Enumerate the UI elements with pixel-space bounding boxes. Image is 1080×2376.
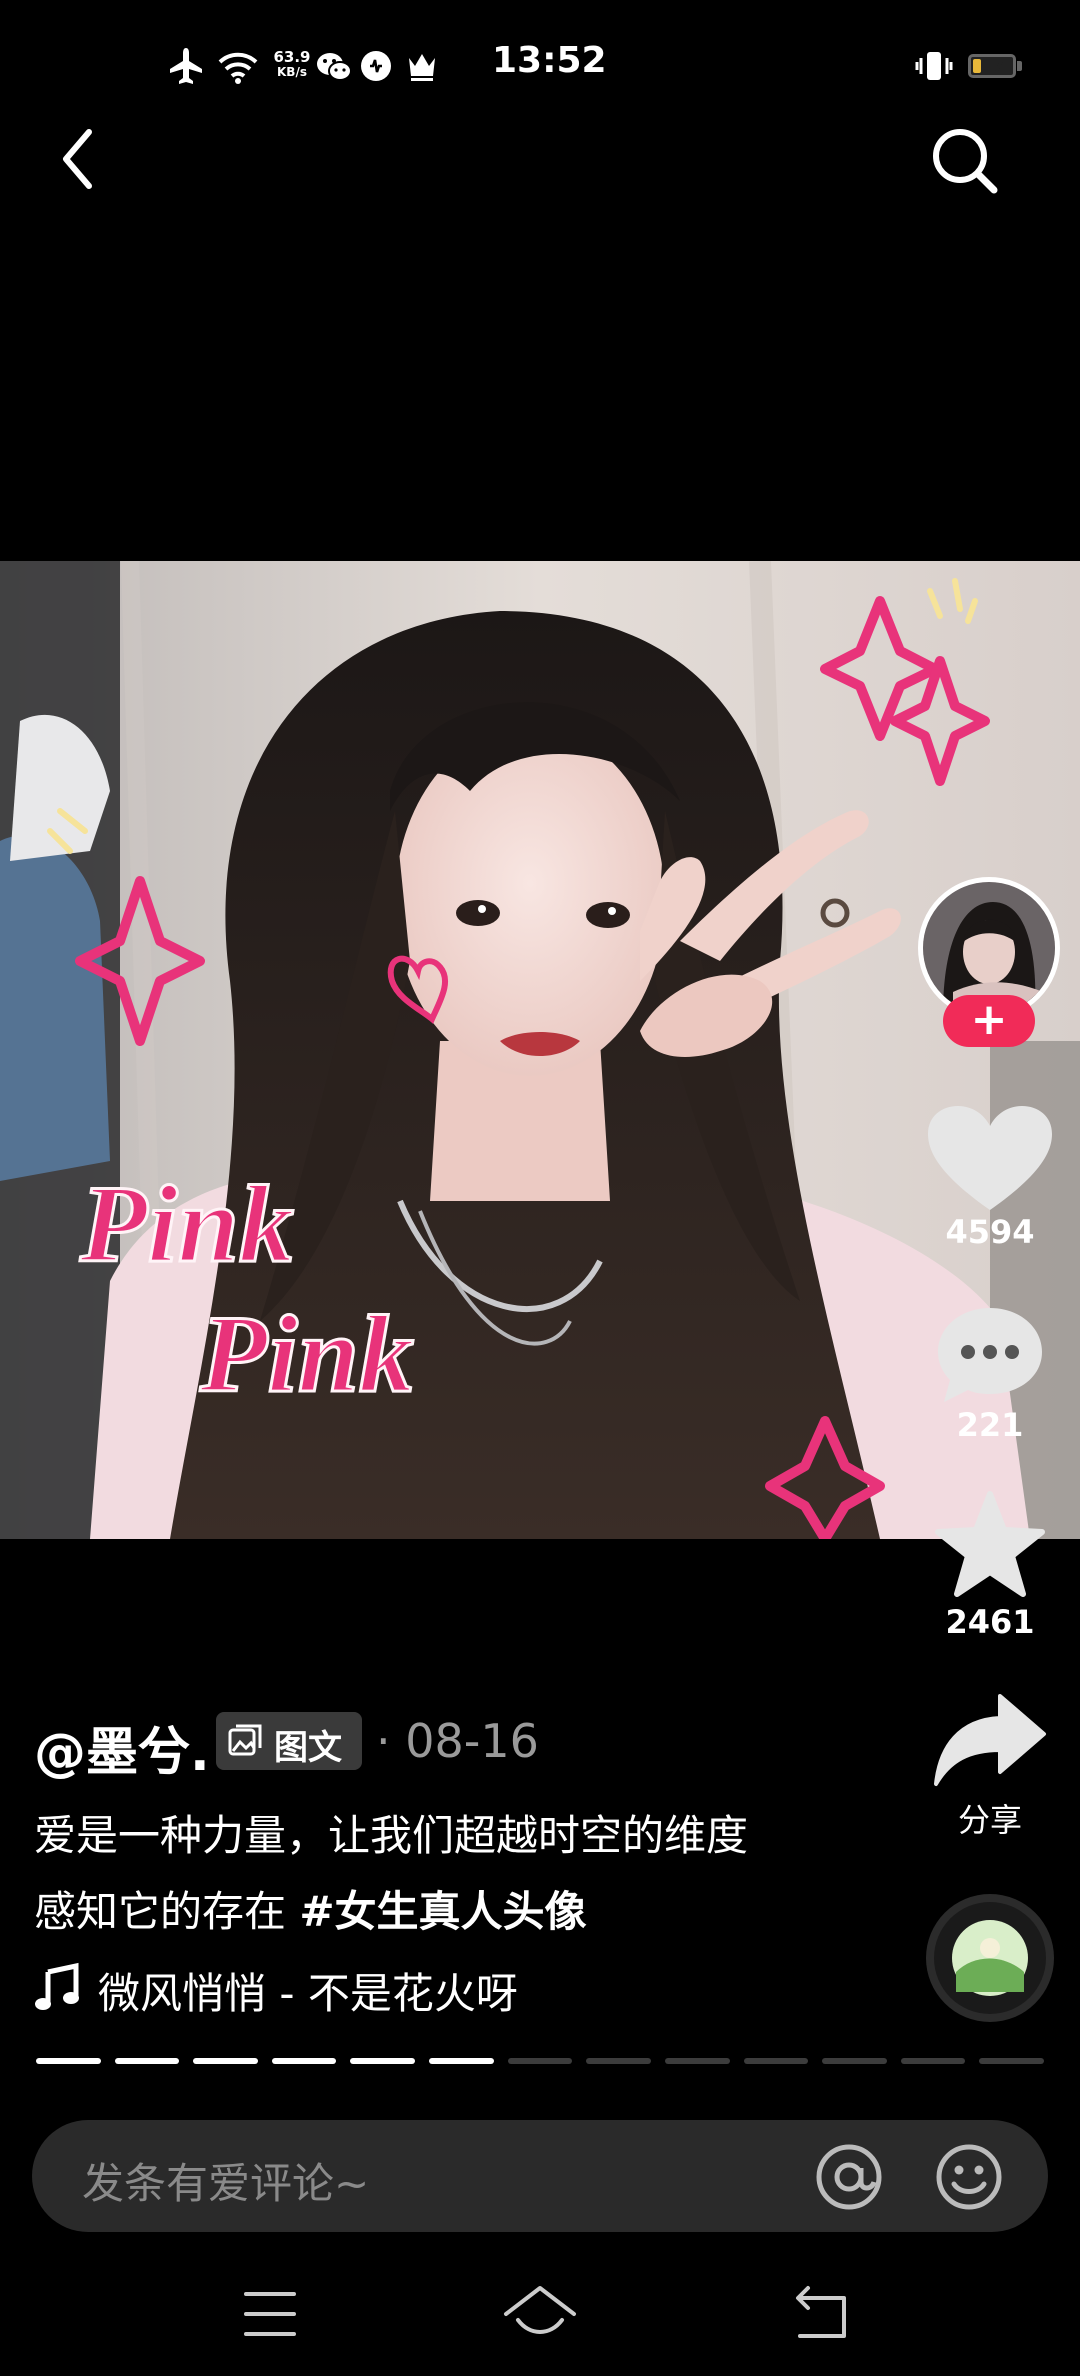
- image-text-tag: 图文: [216, 1712, 362, 1770]
- progress-segment: [586, 2058, 651, 2064]
- back-nav-button[interactable]: [762, 2280, 882, 2350]
- share-button[interactable]: [930, 1690, 1050, 1790]
- progress-segment: [36, 2058, 101, 2064]
- progress-segment: [271, 2058, 337, 2064]
- description-line-1: 爱是一种力量，让我们超越时空的维度: [34, 1811, 749, 1860]
- battery-icon: 17: [968, 54, 1016, 78]
- date-value: 08-16: [405, 1714, 539, 1768]
- search-icon: [933, 129, 998, 194]
- mention-button[interactable]: [812, 2140, 886, 2214]
- progress-segment: [507, 2058, 573, 2064]
- heart-icon: [928, 1106, 1052, 1210]
- menu-nav-button[interactable]: [210, 2280, 330, 2350]
- comment-button[interactable]: [930, 1300, 1050, 1410]
- image-icon: [228, 1724, 262, 1756]
- comment-count: 221: [956, 1406, 1024, 1444]
- progress-segment: [743, 2058, 809, 2064]
- back-button[interactable]: [34, 114, 124, 204]
- description-text: 感知它的存在: [34, 1887, 300, 1936]
- search-button[interactable]: [918, 114, 1008, 204]
- doodle-text: Pink: [79, 1163, 294, 1285]
- date-separator: ·: [376, 1714, 391, 1768]
- author-name[interactable]: @墨兮.: [34, 1710, 210, 1785]
- music-title[interactable]: 微风悄悄 - 不是花火呀: [98, 1960, 518, 2021]
- doodle-text: Pink: [199, 1293, 414, 1415]
- home-icon: [504, 2286, 576, 2334]
- music-disc-icon: [926, 1894, 1054, 2022]
- star-icon: [935, 1491, 1045, 1597]
- emoji-button[interactable]: [932, 2140, 1006, 2214]
- music-disc-button[interactable]: [924, 1892, 1056, 2024]
- wechat-icon: [317, 53, 352, 81]
- follow-button[interactable]: +: [943, 995, 1035, 1047]
- wifi-icon: [218, 52, 258, 84]
- menu-icon: [244, 2292, 296, 2336]
- progress-segment: [822, 2058, 887, 2064]
- airplane-icon: [170, 48, 202, 84]
- hashtag-link[interactable]: #女生真人头像: [299, 1887, 586, 1936]
- progress-segment: [664, 2058, 730, 2064]
- status-bar: 63.9 KB/s 13:52 17: [0, 0, 1080, 130]
- battery-cap: [1017, 61, 1022, 71]
- comment-placeholder: 发条有爱评论~: [82, 2159, 370, 2208]
- comment-input[interactable]: 发条有爱评论~: [32, 2120, 1048, 2232]
- app-icon: [361, 51, 391, 81]
- post-date: · 08-16: [376, 1714, 539, 1768]
- comment-icon: [938, 1308, 1042, 1402]
- share-label: 分享: [957, 1801, 1022, 1839]
- vibrate-icon: [915, 52, 953, 80]
- network-speed: 63.9 KB/s: [273, 48, 311, 80]
- favorite-count: 2461: [945, 1603, 1035, 1641]
- progress-segment: [900, 2058, 966, 2064]
- tag-label: 图文: [274, 1728, 342, 1768]
- progress-segment: [114, 2058, 180, 2064]
- return-icon: [796, 2286, 846, 2338]
- back-arrow-icon: [63, 129, 92, 189]
- progress-segment: [429, 2058, 494, 2064]
- battery-level: 17: [979, 56, 1005, 77]
- home-nav-button[interactable]: [480, 2280, 600, 2350]
- post-image[interactable]: Pink Pink: [0, 561, 1080, 1539]
- image-progress: [36, 2058, 1044, 2064]
- music-note-icon: [35, 1962, 79, 2010]
- portrait-photo: Pink Pink: [0, 561, 1080, 1539]
- favorite-button[interactable]: [930, 1490, 1050, 1600]
- progress-segment: [350, 2058, 416, 2064]
- share-arrow-icon: [934, 1694, 1046, 1786]
- crown-icon: [409, 54, 435, 81]
- progress-segment: [979, 2058, 1044, 2064]
- description-line-2: 感知它的存在 #女生真人头像: [34, 1878, 587, 1939]
- clock-time: 13:52: [492, 40, 607, 81]
- like-count: 4594: [945, 1213, 1035, 1251]
- progress-segment: [193, 2058, 258, 2064]
